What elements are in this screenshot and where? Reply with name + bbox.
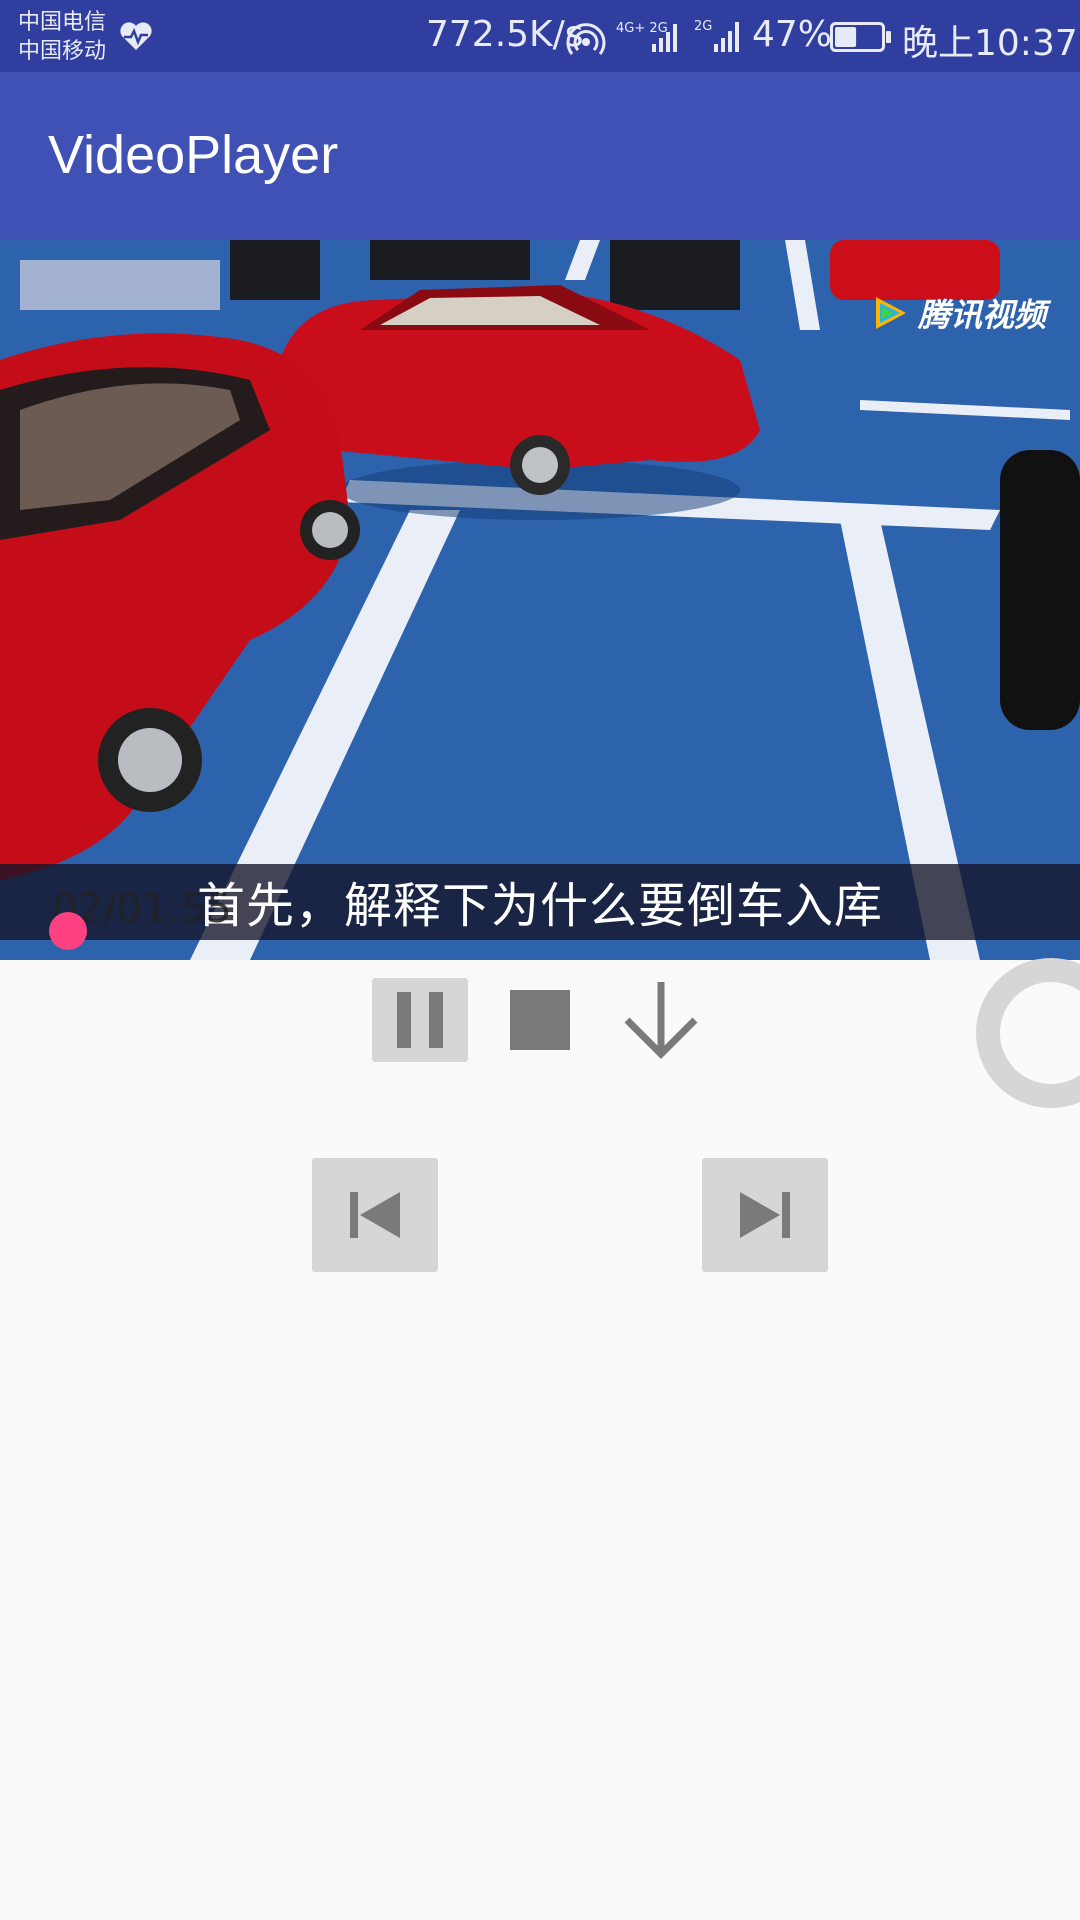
- next-button[interactable]: [702, 1158, 828, 1272]
- network-1-text: 4G+ 2G: [616, 21, 668, 36]
- hotspot-icon: [566, 23, 606, 55]
- tencent-video-logo-icon: [875, 297, 906, 329]
- watermark-text: 腾讯视频: [917, 296, 1046, 334]
- stop-icon: [510, 990, 570, 1050]
- previous-button[interactable]: [312, 1158, 438, 1272]
- carrier-1: 中国电信: [18, 10, 107, 35]
- download-button[interactable]: [614, 972, 708, 1068]
- video-frame: [0, 240, 1080, 960]
- clock: 晚上10:37: [902, 23, 1078, 64]
- floating-ring-button[interactable]: [976, 958, 1080, 1108]
- skip-previous-icon: [350, 1192, 400, 1238]
- video-watermark: 腾讯视频: [870, 290, 1046, 336]
- status-bar: 中国电信 中国移动 772.5K/s 4G+ 2G 2G 47% 晚上10:37: [0, 0, 1080, 72]
- network-2-text: 2G: [694, 19, 712, 34]
- pause-button[interactable]: [372, 978, 468, 1062]
- app-bar: VideoPlayer: [0, 72, 1080, 240]
- network-speed: 772.5K/s: [426, 14, 584, 55]
- pause-icon: [397, 992, 443, 1048]
- signal-2g-icon: 2G: [694, 19, 739, 52]
- seek-bar-thumb[interactable]: [49, 912, 87, 950]
- app-title: VideoPlayer: [48, 125, 339, 185]
- battery-icon: [830, 22, 891, 52]
- signal-4g-icon: 4G+ 2G: [616, 21, 677, 52]
- battery-percent: 47%: [752, 14, 833, 55]
- video-view[interactable]: 腾讯视频 首先，解释下为什么要倒车入库 02/01:55: [0, 240, 1080, 960]
- carrier-2: 中国移动: [18, 39, 107, 64]
- heart-rate-icon: [120, 22, 152, 50]
- carrier-labels: 中国电信 中国移动: [18, 8, 106, 66]
- stop-button[interactable]: [502, 978, 578, 1062]
- skip-next-icon: [740, 1192, 790, 1238]
- arrow-down-icon: [624, 982, 698, 1059]
